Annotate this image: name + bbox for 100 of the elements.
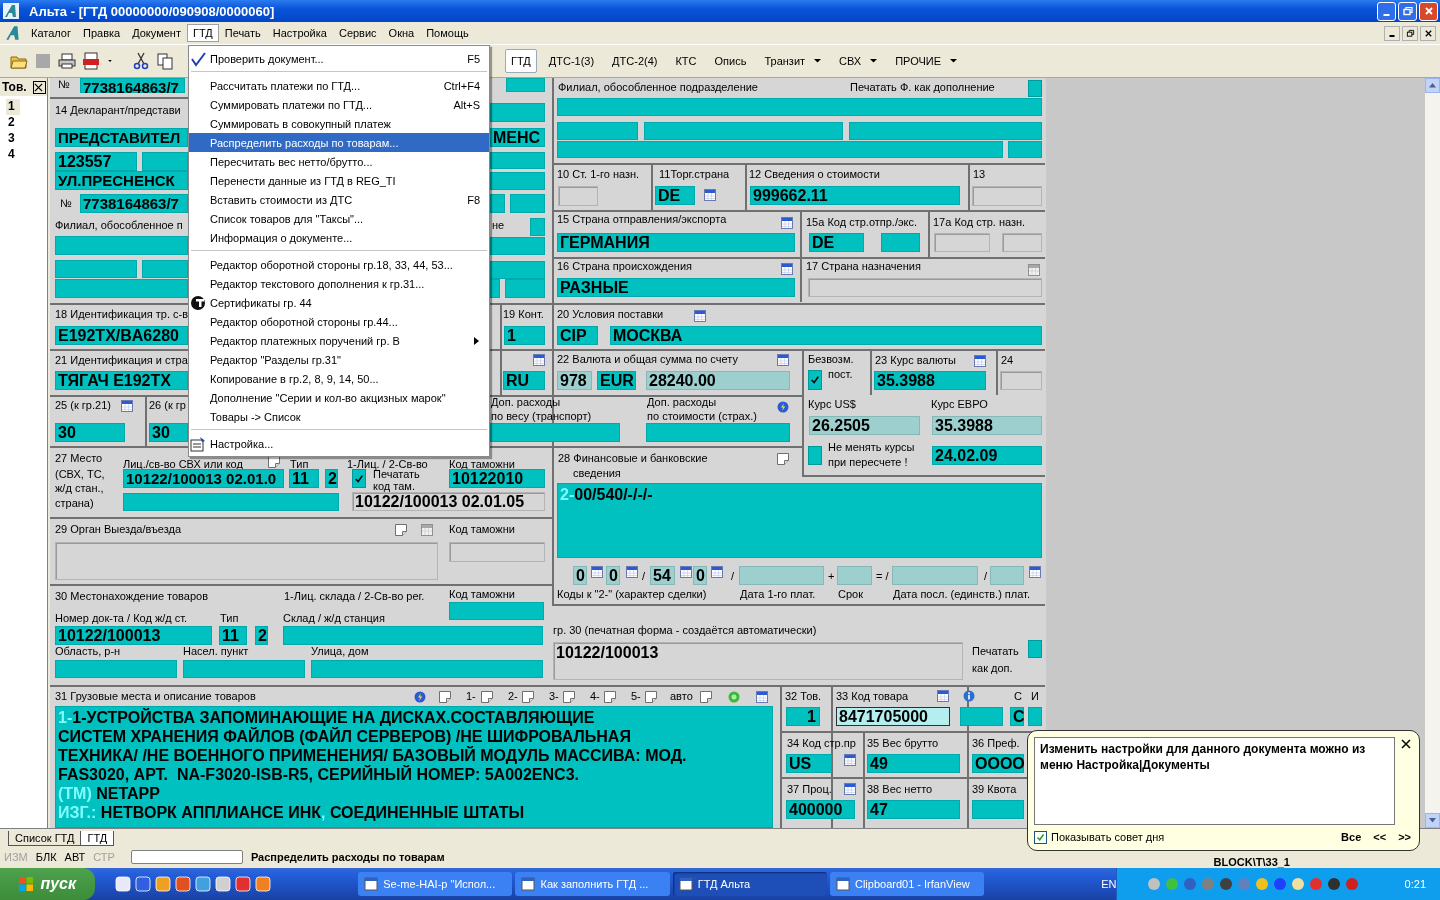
input-field[interactable]: 123557 xyxy=(55,152,137,171)
input-field[interactable] xyxy=(881,233,920,252)
info-icon[interactable] xyxy=(963,690,975,702)
tip-link[interactable]: << xyxy=(1373,831,1387,843)
input-field[interactable]: E192TX/BA6280 xyxy=(55,326,188,345)
taskbar-button[interactable]: Se-me-HAI-p "Испол... xyxy=(358,872,513,896)
input-field[interactable]: 7738164863/7 xyxy=(80,194,188,213)
input-field[interactable] xyxy=(1028,707,1042,726)
description-field[interactable]: 1-1-УСТРОЙСТВА ЗАПОМИНАЮЩИЕ НА ДИСКАХ.СОСТАВЛЯЮЩИЕ СИСТЕМ ХРАНЕНИЯ ФАЙЛОВ (ФАЙЛ СЕРВЕРОВ) /НЕ ШИФРОВАЛЬНАЯ ТЕХНИКА/ /НЕ ВОЕННОГО ПРИМЕНЕНИЯ/ БАЗОВЫЙ МОДУЛЬ МАССИВА: МОД. FAS3020, АРТ. NA-F3020-ISB-R5, СЕРИЙНЫЙ НОМЕР: 5A002ENC3. (ТМ) NETAPP ИЗГ.: НЕТВОРК АППЛИАНСЕ ИНК, СОЕДИНЕННЫЕ ШТАТЫ xyxy=(55,706,773,828)
note-icon[interactable] xyxy=(777,453,789,465)
checkbox[interactable] xyxy=(1034,830,1047,844)
menu-item[interactable]: Правка xyxy=(77,24,127,42)
input-field[interactable]: 47 xyxy=(867,800,960,819)
status-field[interactable] xyxy=(130,850,243,864)
input-field[interactable]: 400000 xyxy=(786,800,855,819)
input-field[interactable]: 0 xyxy=(693,566,707,585)
input-field[interactable] xyxy=(934,233,990,252)
input-field[interactable]: 7738164863/7 xyxy=(80,78,185,93)
menu-item[interactable]: Список товаров для "Таксы"... xyxy=(189,209,489,228)
calendar-icon[interactable] xyxy=(756,691,768,703)
tray-icon[interactable] xyxy=(1273,877,1288,891)
close-icon[interactable] xyxy=(1401,739,1411,749)
scroll-up-button[interactable] xyxy=(1425,78,1440,93)
calendar-icon[interactable] xyxy=(421,524,433,536)
input-field[interactable]: 35.3988 xyxy=(932,416,1042,435)
tray-icon[interactable] xyxy=(1345,877,1360,891)
taskbar-button[interactable]: Clipboard01 - IrfanView xyxy=(829,872,985,896)
menu-item[interactable]: Настройка... xyxy=(189,434,489,453)
toolbar-tab[interactable]: ДТС-2(4) xyxy=(606,49,664,73)
input-field[interactable]: УЛ.ПРЕСНЕНСК xyxy=(55,171,188,190)
input-field[interactable] xyxy=(55,660,177,678)
calendar-icon[interactable] xyxy=(591,566,603,578)
input-field[interactable] xyxy=(490,237,545,255)
list-item[interactable]: 3 xyxy=(6,131,20,147)
language-indicator[interactable]: EN xyxy=(1101,878,1117,890)
restore-button[interactable] xyxy=(1402,25,1418,41)
menu-item[interactable]: Пересчитать вес нетто/брутто... xyxy=(189,152,489,171)
toolbar-tab[interactable]: Опись xyxy=(708,49,753,73)
menu-item[interactable]: Окна xyxy=(382,24,421,42)
input-field[interactable] xyxy=(449,602,544,620)
input-field[interactable] xyxy=(506,78,545,92)
menu-item[interactable]: Документ xyxy=(126,24,187,42)
calendar-icon[interactable] xyxy=(937,690,949,702)
note-icon[interactable] xyxy=(522,691,534,703)
input-field[interactable]: ТЯГАЧ E192TX xyxy=(55,371,188,390)
input-field[interactable]: RU xyxy=(503,371,545,390)
calendar-icon[interactable] xyxy=(694,310,706,322)
input-field[interactable]: ОООО xyxy=(972,754,1024,773)
tip-link[interactable]: >> xyxy=(1398,831,1411,843)
scroll-down-button[interactable] xyxy=(1425,813,1440,828)
taskbar-button[interactable]: ГТД Альта xyxy=(672,872,827,896)
input-field[interactable]: 54 xyxy=(650,566,675,585)
lightning-icon[interactable] xyxy=(777,401,789,413)
input-field[interactable] xyxy=(311,660,543,678)
copy-icon[interactable] xyxy=(156,52,174,70)
input-field[interactable]: 30 xyxy=(149,423,188,442)
menu-item[interactable]: Редактор текстового дополнения к гр.31... xyxy=(189,274,489,293)
input-field[interactable] xyxy=(142,260,188,278)
scissors-icon[interactable] xyxy=(132,52,150,70)
lightning-icon[interactable] xyxy=(414,691,426,703)
input-field[interactable] xyxy=(505,279,545,298)
calendar-icon[interactable] xyxy=(1029,566,1041,578)
menu-item[interactable]: Суммировать платежи по ГТД... Alt+S xyxy=(189,95,489,114)
input-field[interactable]: 1 xyxy=(504,326,545,345)
menu-item[interactable]: Суммировать в совокупный платеж xyxy=(189,114,489,133)
menu-item[interactable]: Рассчитать платежи по ГТД... Ctrl+F4 xyxy=(189,76,489,95)
input-field[interactable]: ПРЕДСТАВИТЕЛ xyxy=(55,128,188,147)
menu-item[interactable]: Товары -> Список xyxy=(189,407,489,426)
input-field[interactable] xyxy=(490,423,620,442)
input-field[interactable] xyxy=(490,261,545,279)
menu-item[interactable]: ГТД xyxy=(186,24,219,42)
input-field[interactable]: ГЕРМАНИЯ xyxy=(557,233,795,252)
input-field[interactable] xyxy=(123,493,339,511)
input-field[interactable]: МОСКВА xyxy=(610,326,1042,345)
minimize-button[interactable] xyxy=(1384,25,1400,41)
menu-item[interactable]: Редактор платежных поручений гр. B xyxy=(189,331,489,350)
menu-item[interactable]: Перенести данные из ГТД в REG_TI xyxy=(189,171,489,190)
note-icon[interactable] xyxy=(645,691,657,703)
toolbar-tab[interactable]: ГТД xyxy=(505,49,537,73)
tray-icon[interactable] xyxy=(1219,877,1234,891)
input-field[interactable] xyxy=(646,423,790,442)
document-tab[interactable]: Список ГТД xyxy=(8,831,82,846)
toolbar-tab[interactable]: СВХ xyxy=(833,49,884,73)
input-field[interactable]: 30 xyxy=(55,423,125,442)
input-field[interactable] xyxy=(739,566,824,585)
input-field[interactable]: 28240.00 xyxy=(646,371,790,390)
menu-item[interactable]: Информация о документе... xyxy=(189,228,489,247)
square-icon[interactable] xyxy=(34,52,52,70)
input-field[interactable] xyxy=(490,103,545,122)
list-item[interactable]: 2 xyxy=(6,115,20,131)
toolbar-tab[interactable]: ПРОЧИЕ xyxy=(889,49,964,73)
input-field[interactable] xyxy=(808,278,1042,297)
checkbox[interactable] xyxy=(808,446,822,465)
menu-item[interactable]: Сервис xyxy=(332,24,383,42)
input-field[interactable]: 978 xyxy=(557,371,592,390)
input-field[interactable] xyxy=(892,566,978,585)
input-field[interactable]: 24.02.09 xyxy=(932,446,1042,465)
calendar-icon[interactable] xyxy=(1028,264,1040,276)
input-field[interactable] xyxy=(557,141,1003,158)
input-field[interactable] xyxy=(142,152,188,171)
